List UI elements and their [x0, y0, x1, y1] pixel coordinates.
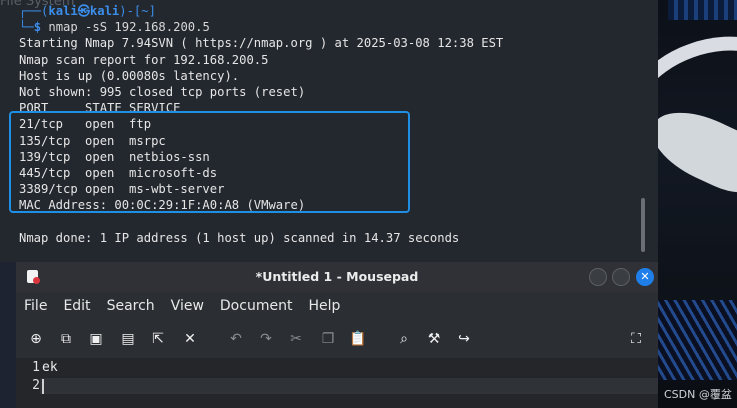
new-document-icon[interactable]: ⊕ — [26, 329, 46, 349]
current-line-highlight — [40, 378, 658, 394]
close-button[interactable]: ✕ — [636, 268, 654, 286]
terminal-line: Nmap scan report for 192.168.200.5 — [19, 52, 269, 67]
menu-search[interactable]: Search — [107, 298, 155, 314]
wallpaper-pattern-bottom — [658, 300, 737, 380]
prompt-open: ┌──( — [19, 4, 49, 18]
mousepad-titlebar[interactable]: *Untitled 1 - Mousepad ✕ — [16, 262, 658, 292]
menu-document[interactable]: Document — [220, 298, 293, 314]
desktop-wallpaper — [658, 0, 737, 408]
terminal-line: Nmap done: 1 IP address (1 host up) scan… — [19, 230, 460, 245]
window-title: *Untitled 1 - Mousepad — [255, 269, 419, 284]
find-icon[interactable]: ⌕ — [394, 329, 414, 349]
menu-edit[interactable]: Edit — [63, 298, 90, 314]
copy-icon[interactable]: ❐ — [318, 329, 338, 349]
toolbar: ⊕ ⧉ ▣ ▤ ⇱ ✕ ↶ ↷ ✂ ❐ 📋 ⌕ ⚒ ↪ ⛶ — [16, 322, 658, 356]
terminal-command: nmap -sS 192.168.200.5 — [48, 20, 210, 35]
terminal-line: Host is up (0.00080s latency). — [19, 68, 240, 83]
line-number: 2 — [32, 378, 40, 393]
cut-icon[interactable]: ✂ — [286, 329, 306, 349]
text-editor[interactable]: 1 ek 2 — [16, 358, 658, 408]
save-as-icon[interactable]: ▤ — [118, 329, 138, 349]
text-caret — [42, 379, 44, 394]
maximize-button[interactable] — [612, 268, 630, 286]
menu-help[interactable]: Help — [308, 298, 340, 314]
terminal-window[interactable]: File System ┌──(kali㉿kali)-[~] └─$ nmap … — [0, 0, 658, 262]
prompt-close: └─ — [19, 20, 34, 35]
watermark: CSDN @覆盆 — [664, 388, 732, 401]
redo-icon[interactable]: ↷ — [256, 329, 276, 349]
menu-view[interactable]: View — [171, 298, 204, 314]
paste-icon[interactable]: 📋 — [348, 329, 368, 349]
prompt-dir: )-[~] — [119, 4, 156, 18]
go-to-icon[interactable]: ↪ — [454, 329, 474, 349]
terminal-line: Not shown: 995 closed tcp ports (reset) — [19, 85, 306, 100]
line-text[interactable]: ek — [42, 360, 58, 375]
fullscreen-icon[interactable]: ⛶ — [626, 329, 646, 349]
undo-icon[interactable]: ↶ — [226, 329, 246, 349]
open-icon[interactable]: ⇱ — [148, 329, 168, 349]
close-document-icon[interactable]: ✕ — [180, 329, 200, 349]
port-table-highlight — [9, 111, 410, 213]
prompt-user: kali㉿kali — [48, 4, 120, 18]
wallpaper-pattern-top — [668, 0, 737, 20]
terminal-scrollbar[interactable] — [641, 198, 645, 252]
prompt-dollar: $ — [33, 20, 49, 35]
terminal-line: Starting Nmap 7.94SVN ( https://nmap.org… — [19, 36, 504, 51]
minimize-button[interactable] — [589, 268, 607, 286]
find-replace-icon[interactable]: ⚒ — [424, 329, 444, 349]
mousepad-window[interactable]: *Untitled 1 - Mousepad ✕ File Edit Searc… — [16, 262, 658, 408]
save-icon[interactable]: ▣ — [86, 329, 106, 349]
line-number: 1 — [32, 360, 40, 375]
menu-file[interactable]: File — [24, 298, 47, 314]
new-window-icon[interactable]: ⧉ — [56, 329, 76, 349]
menubar: File Edit Search View Document Help — [16, 292, 658, 320]
